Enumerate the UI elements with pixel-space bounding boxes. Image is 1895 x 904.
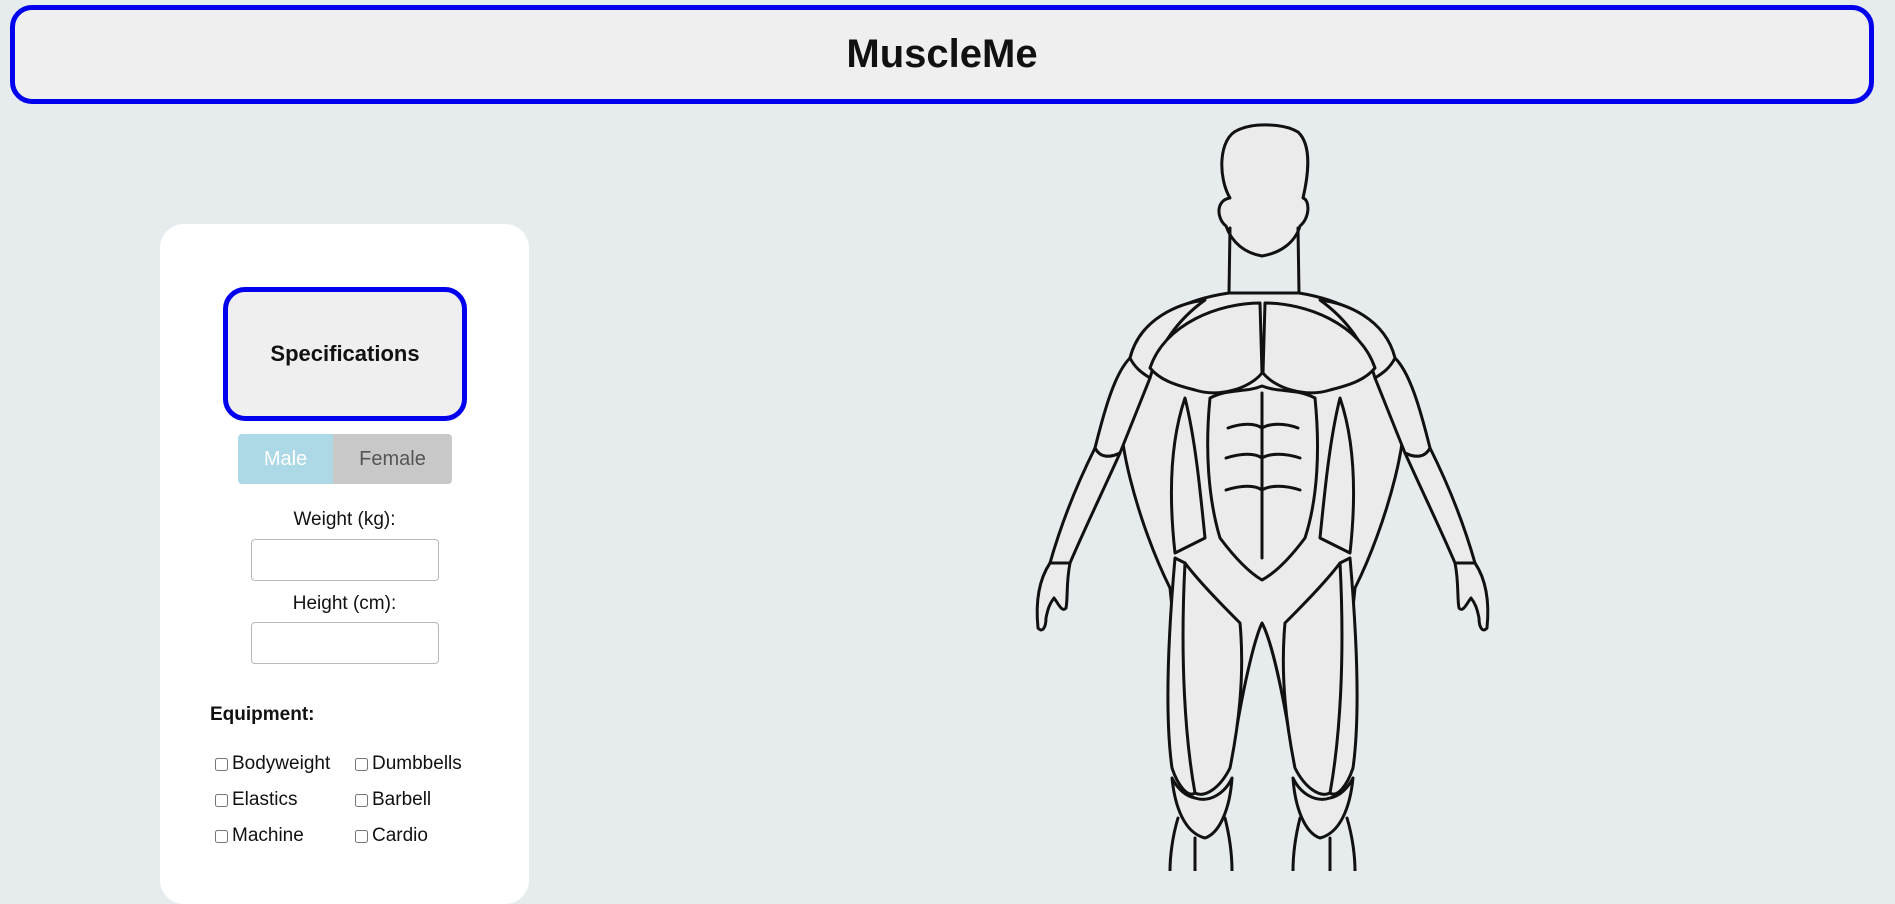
head-icon[interactable]	[1217, 123, 1310, 258]
barbell-label: Barbell	[372, 789, 432, 810]
height-input[interactable]	[251, 622, 439, 664]
bodyweight-checkbox[interactable]	[215, 757, 228, 771]
dumbbells-label: Dumbbells	[372, 753, 462, 774]
specifications-panel: Specifications Male Female Weight (kg): …	[160, 224, 529, 904]
height-label: Height (cm):	[292, 593, 397, 614]
equipment-option-elastics[interactable]: Elastics	[215, 789, 297, 811]
cardio-label: Cardio	[372, 825, 428, 846]
weight-input[interactable]	[251, 539, 439, 581]
equipment-option-dumbbells[interactable]: Dumbbells	[355, 753, 462, 775]
bodyweight-label: Bodyweight	[232, 753, 331, 774]
male-button[interactable]: Male	[238, 434, 333, 484]
cardio-checkbox[interactable]	[355, 829, 368, 843]
specifications-button[interactable]: Specifications	[223, 287, 467, 421]
right-hand-icon[interactable]	[1453, 561, 1490, 632]
right-forearm-icon[interactable]	[1403, 446, 1477, 567]
left-forearm-icon[interactable]	[1048, 446, 1122, 567]
app-title: MuscleMe	[846, 32, 1038, 76]
equipment-option-barbell[interactable]: Barbell	[355, 789, 431, 811]
equipment-option-bodyweight[interactable]: Bodyweight	[215, 753, 330, 775]
gender-toggle: Male Female	[238, 434, 452, 484]
left-hand-icon[interactable]	[1035, 561, 1072, 632]
female-button[interactable]: Female	[333, 434, 452, 484]
weight-label: Weight (kg):	[293, 509, 396, 530]
equipment-option-machine[interactable]: Machine	[215, 825, 304, 847]
machine-checkbox[interactable]	[215, 829, 228, 843]
machine-label: Machine	[232, 825, 304, 846]
elastics-label: Elastics	[232, 789, 298, 810]
body-anatomy-figure	[1035, 123, 1490, 871]
elastics-checkbox[interactable]	[215, 793, 228, 807]
equipment-option-cardio[interactable]: Cardio	[355, 825, 428, 847]
app-header: MuscleMe	[10, 5, 1874, 104]
dumbbells-checkbox[interactable]	[355, 757, 368, 771]
equipment-title: Equipment:	[210, 704, 315, 725]
barbell-checkbox[interactable]	[355, 793, 368, 807]
